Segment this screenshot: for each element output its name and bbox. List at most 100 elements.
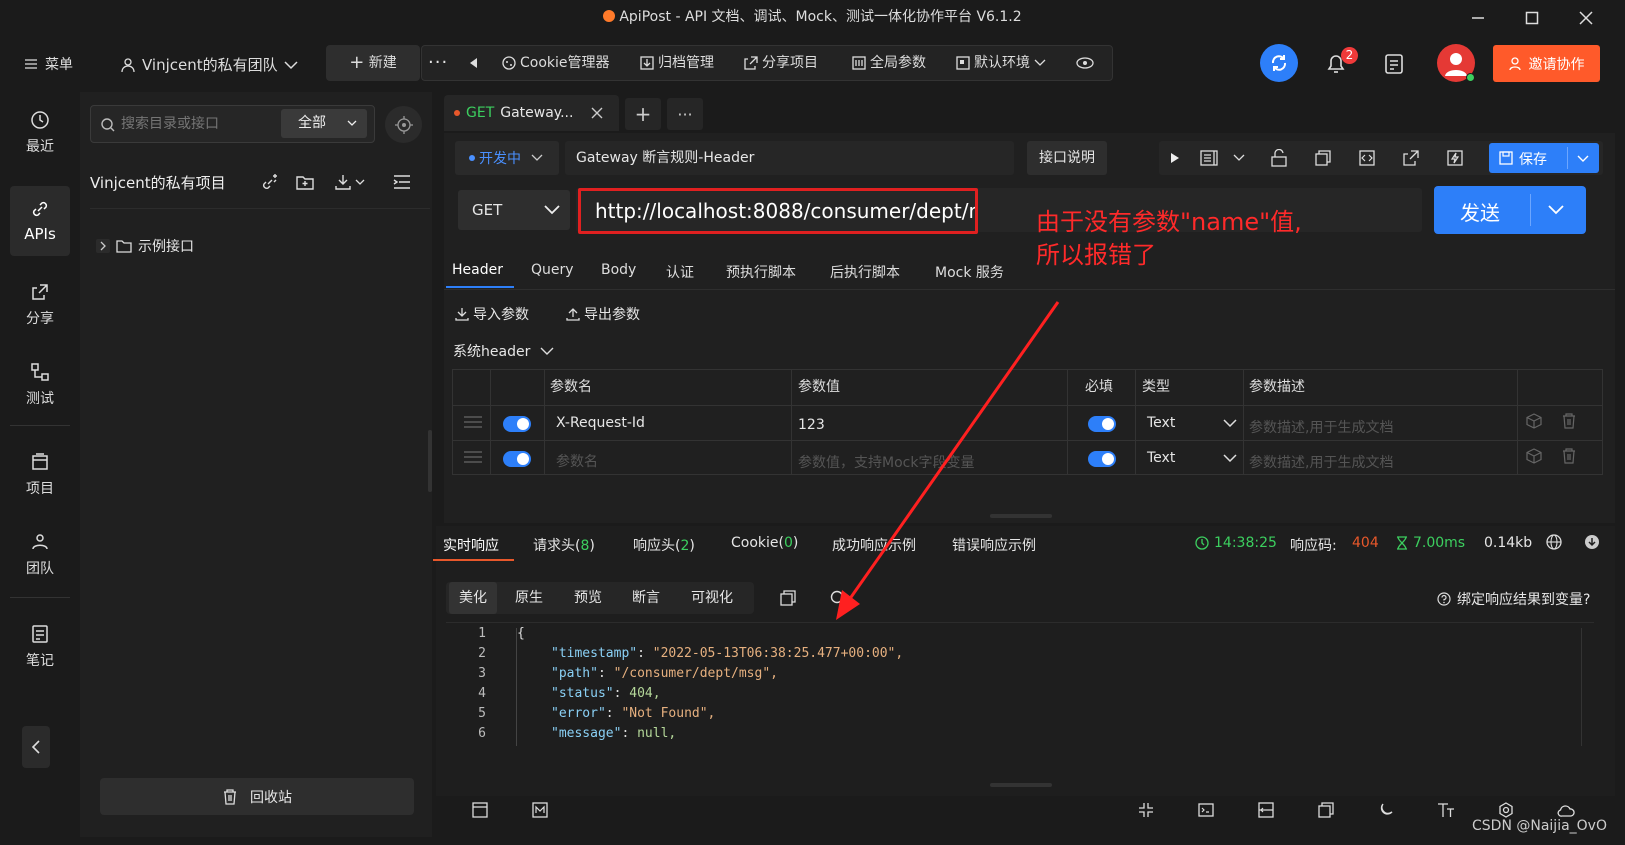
subtab-query[interactable]: Query xyxy=(531,262,574,278)
search-input[interactable] xyxy=(121,112,271,136)
nav-notes[interactable]: 笔记 xyxy=(10,612,70,682)
url-input[interactable] xyxy=(578,188,978,234)
tree-item-folder[interactable]: 示例接口 xyxy=(96,236,194,256)
request-tab[interactable]: GET Gateway... xyxy=(444,95,619,131)
nav-team[interactable]: 团队 xyxy=(10,520,70,590)
system-header-toggle[interactable]: 系统header xyxy=(453,341,554,361)
export-params-button[interactable]: 导出参数 xyxy=(566,304,640,324)
subtab-header[interactable]: Header xyxy=(452,262,503,278)
doc-icon[interactable] xyxy=(1198,148,1220,168)
share-icon[interactable] xyxy=(1400,148,1422,168)
type-select[interactable]: Text xyxy=(1147,450,1237,466)
copy-icon[interactable] xyxy=(1312,148,1334,168)
drag-handle-icon[interactable] xyxy=(464,448,482,466)
cube-icon[interactable] xyxy=(1525,447,1543,465)
subtab-pre-script[interactable]: 预执行脚本 xyxy=(726,262,796,282)
share-project-button[interactable]: 分享项目 xyxy=(744,45,818,81)
collapse-left-icon[interactable] xyxy=(468,45,478,81)
code-icon[interactable] xyxy=(1356,148,1378,168)
view-tab-raw[interactable]: 原生 xyxy=(505,582,553,614)
rtab-realtime[interactable]: 实时响应 xyxy=(443,535,499,555)
notes-icon[interactable] xyxy=(1380,50,1408,78)
param-desc-placeholder[interactable]: 参数描述,用于生成文档 xyxy=(1249,417,1393,437)
nav-recent[interactable]: 最近 xyxy=(10,98,70,168)
add-api-icon[interactable] xyxy=(260,172,280,192)
run-icon[interactable] xyxy=(1164,148,1186,168)
row-enabled-toggle[interactable] xyxy=(503,416,531,432)
import-menu[interactable] xyxy=(331,172,369,192)
subtab-mock[interactable]: Mock 服务 xyxy=(935,262,1004,282)
param-name[interactable]: X-Request-Id xyxy=(556,415,645,431)
method-select[interactable]: GET xyxy=(458,190,570,230)
compress-icon[interactable] xyxy=(1136,800,1156,820)
flash-icon[interactable] xyxy=(1444,148,1466,168)
subtab-post-script[interactable]: 后执行脚本 xyxy=(830,262,900,282)
required-toggle[interactable] xyxy=(1088,416,1116,432)
delete-row-icon[interactable] xyxy=(1560,412,1578,430)
api-name-field[interactable]: Gateway 断言规则-Header xyxy=(565,141,1014,175)
global-params-button[interactable]: 全局参数 xyxy=(852,45,926,81)
globe-icon[interactable] xyxy=(1545,533,1563,551)
menu-button[interactable]: 菜单 xyxy=(25,54,73,74)
settings-icon[interactable] xyxy=(1496,800,1516,820)
add-tab-button[interactable]: + xyxy=(625,98,661,130)
cookie-manager-button[interactable]: Cookie管理器 xyxy=(502,45,610,81)
terminal-icon[interactable] xyxy=(1196,800,1216,820)
nav-apis[interactable]: APIs xyxy=(10,186,70,256)
view-tab-pretty[interactable]: 美化 xyxy=(449,582,497,614)
drag-handle-icon[interactable] xyxy=(464,413,482,431)
view-tab-preview[interactable]: 预览 xyxy=(564,582,612,614)
moon-icon[interactable] xyxy=(1376,800,1396,820)
view-tab-assert[interactable]: 断言 xyxy=(622,582,670,614)
sort-icon[interactable] xyxy=(392,172,412,192)
collapse-sidebar-button[interactable] xyxy=(22,726,50,768)
filter-select[interactable]: 全部 xyxy=(281,109,367,138)
rtab-request-headers[interactable]: 请求头(8) xyxy=(533,535,595,555)
type-select[interactable]: Text xyxy=(1147,415,1237,431)
copy-icon[interactable] xyxy=(778,588,798,608)
row-enabled-toggle[interactable] xyxy=(503,451,531,467)
close-button[interactable] xyxy=(1576,8,1596,28)
subtab-body[interactable]: Body xyxy=(601,262,636,278)
scrollbar-track[interactable] xyxy=(1581,628,1582,746)
send-button[interactable]: 发送 xyxy=(1434,186,1586,234)
api-desc-button[interactable]: 接口说明 xyxy=(1027,141,1107,175)
invite-button[interactable]: 邀请协作 xyxy=(1493,45,1600,82)
recycle-bin-button[interactable]: 回收站 xyxy=(100,778,414,815)
unlock-icon[interactable] xyxy=(1268,148,1290,168)
chevron-down-icon[interactable] xyxy=(1577,155,1589,163)
nav-project[interactable]: 项目 xyxy=(10,440,70,510)
minimize-button[interactable] xyxy=(1468,8,1488,28)
more-icon[interactable]: ··· xyxy=(428,45,448,81)
rtab-response-headers[interactable]: 响应头(2) xyxy=(633,535,695,555)
nav-share[interactable]: 分享 xyxy=(10,270,70,340)
cloud-icon[interactable] xyxy=(1556,800,1576,820)
chevron-down-icon[interactable] xyxy=(1230,148,1248,168)
nav-test[interactable]: 测试 xyxy=(10,350,70,420)
cube-icon[interactable] xyxy=(1525,412,1543,430)
required-toggle[interactable] xyxy=(1088,451,1116,467)
new-button[interactable]: + 新建 xyxy=(326,45,420,81)
locate-icon[interactable] xyxy=(385,106,422,143)
markdown-icon[interactable] xyxy=(530,800,550,820)
split-icon[interactable] xyxy=(1256,800,1276,820)
param-desc-placeholder[interactable]: 参数描述,用于生成文档 xyxy=(1249,452,1393,472)
download-icon[interactable] xyxy=(1583,533,1601,551)
bind-response-button[interactable]: 绑定响应结果到变量? xyxy=(1437,589,1590,609)
rtab-cookie[interactable]: Cookie(0) xyxy=(731,535,798,551)
save-button[interactable]: 保存 xyxy=(1489,143,1599,173)
env-selector[interactable]: 默认环境 xyxy=(956,45,1046,81)
status-select[interactable]: 开发中 xyxy=(455,141,559,175)
maximize-button[interactable] xyxy=(1522,8,1542,28)
team-selector[interactable]: Vinjcent的私有团队 xyxy=(120,54,298,75)
import-params-button[interactable]: 导入参数 xyxy=(455,304,529,324)
chevron-down-icon[interactable] xyxy=(1548,205,1564,215)
close-tab-icon[interactable] xyxy=(591,107,603,119)
panel-resize-handle[interactable] xyxy=(990,783,1052,787)
font-size-icon[interactable] xyxy=(1436,800,1456,820)
copy-icon[interactable] xyxy=(1316,800,1336,820)
sync-icon[interactable] xyxy=(1260,44,1298,82)
tab-more-icon[interactable]: ··· xyxy=(667,98,703,130)
param-name-placeholder[interactable]: 参数名 xyxy=(556,451,598,471)
archive-button[interactable]: 归档管理 xyxy=(640,45,714,81)
